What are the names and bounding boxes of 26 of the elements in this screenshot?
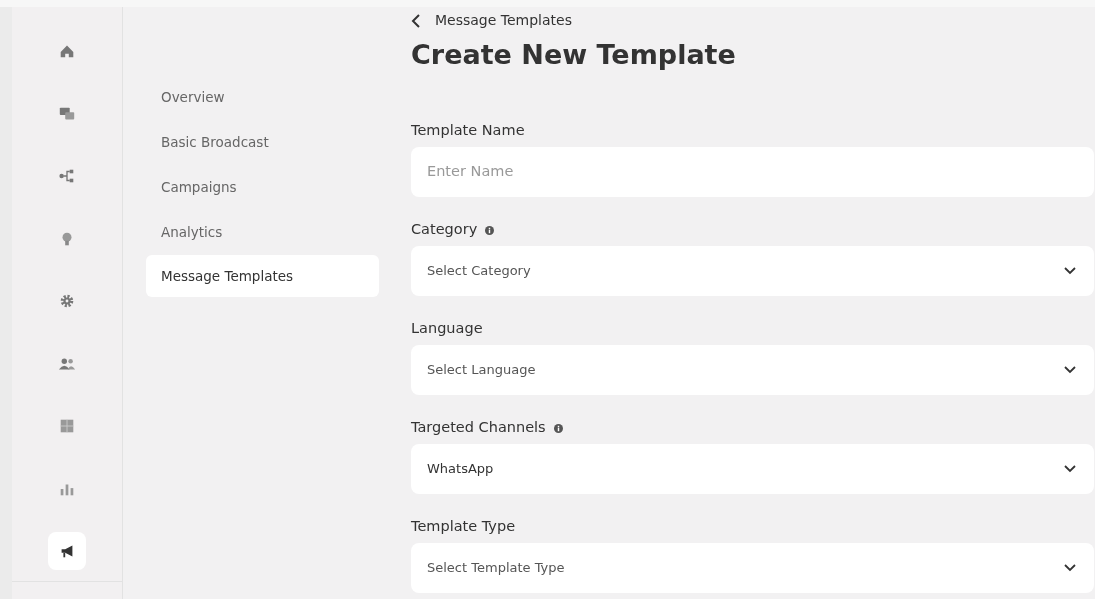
- submenu-item[interactable]: Overview: [146, 75, 379, 120]
- submenu-item[interactable]: Analytics: [146, 210, 379, 255]
- submenu-item[interactable]: Message Templates: [146, 255, 379, 297]
- select-dropdown[interactable]: Select Language: [411, 345, 1094, 395]
- field-label: Template Type: [411, 517, 516, 537]
- select-dropdown[interactable]: Select Category: [411, 246, 1094, 296]
- field-label: Language: [411, 319, 483, 339]
- select-dropdown[interactable]: Select Template Type: [411, 543, 1094, 593]
- chevron-down-icon: [1064, 366, 1076, 374]
- select-dropdown[interactable]: WhatsApp: [411, 444, 1094, 494]
- field-label: Category: [411, 220, 478, 240]
- flow-icon: [58, 167, 76, 185]
- info-icon: [553, 423, 563, 433]
- chevron-down-icon: [1064, 564, 1076, 572]
- settings-icon: [58, 292, 76, 310]
- chevron-down-icon: [1064, 267, 1076, 275]
- info-icon: [485, 225, 495, 235]
- chevron-down-icon: [1064, 465, 1076, 473]
- field-label: Targeted Channels: [411, 418, 546, 438]
- breadcrumb-link[interactable]: Message Templates: [435, 10, 572, 31]
- field-label: Template Name: [411, 121, 525, 141]
- rail-button[interactable]: [48, 532, 86, 570]
- back-icon[interactable]: [411, 13, 421, 28]
- submenu-item[interactable]: Basic Broadcast: [146, 120, 379, 165]
- page-title: Create New Template: [411, 38, 737, 72]
- submenu-item[interactable]: Campaigns: [146, 165, 379, 210]
